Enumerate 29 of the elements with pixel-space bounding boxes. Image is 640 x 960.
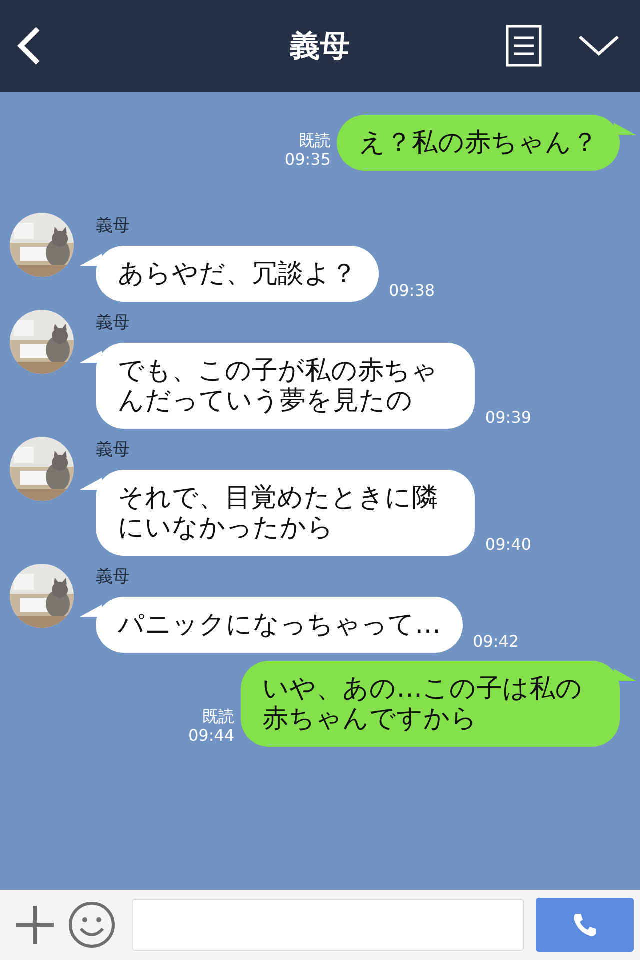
message-time: 09:38 bbox=[389, 281, 436, 300]
read-receipt: 既読 bbox=[299, 131, 331, 150]
message-time: 09:39 bbox=[485, 408, 532, 427]
message-bubble: あらやだ、冗談よ？ bbox=[96, 246, 379, 302]
read-receipt: 既読 bbox=[202, 707, 235, 726]
message-bubble: パニックになっちゃって… bbox=[96, 597, 463, 653]
menu-icon[interactable] bbox=[506, 25, 542, 67]
chevron-down-icon[interactable] bbox=[578, 35, 620, 57]
message-bubble: いや、あの…この子は私の赤ちゃんですから bbox=[240, 661, 620, 747]
message-bubble: でも、この子が私の赤ちゃんだっていう夢を見たの bbox=[96, 343, 476, 429]
sender-name: 義母 bbox=[96, 440, 131, 460]
message-time: 09:35 bbox=[284, 150, 331, 169]
phone-icon bbox=[572, 912, 598, 938]
message-bubble: え？私の赤ちゃん？ bbox=[337, 115, 620, 171]
message-time: 09:42 bbox=[473, 632, 520, 651]
sender-name: 義母 bbox=[96, 313, 131, 333]
call-button[interactable] bbox=[536, 898, 634, 952]
chat-title: 義母 bbox=[288, 28, 351, 66]
bubble-tail bbox=[614, 669, 636, 681]
message-time: 09:44 bbox=[188, 726, 235, 745]
plus-icon[interactable] bbox=[14, 904, 56, 946]
sender-name: 義母 bbox=[96, 567, 131, 587]
smiley-icon[interactable] bbox=[68, 901, 116, 949]
message-input[interactable] bbox=[132, 899, 524, 951]
message-bubble: それで、目覚めたときに隣にいなかったから bbox=[96, 470, 476, 556]
sender-name: 義母 bbox=[96, 216, 131, 236]
bubble-tail bbox=[614, 123, 636, 135]
back-icon[interactable] bbox=[16, 26, 42, 66]
message-time: 09:40 bbox=[485, 535, 532, 554]
